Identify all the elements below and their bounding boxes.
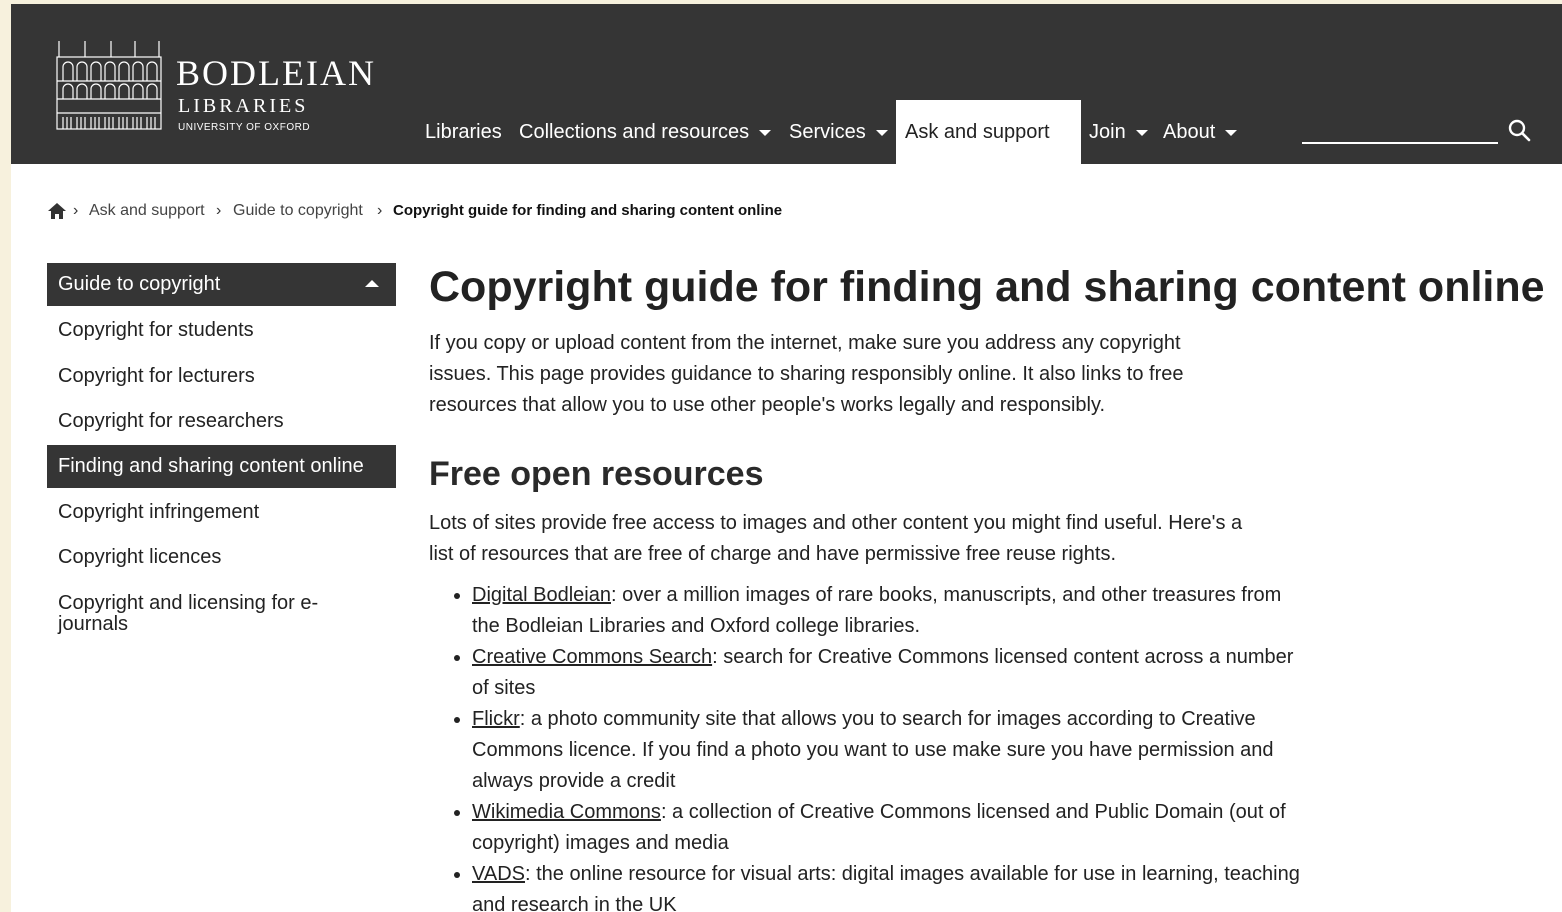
chevron-right-icon: › xyxy=(216,202,222,219)
section-title: Free open resources xyxy=(429,455,764,493)
nav-about[interactable]: About xyxy=(1163,100,1238,164)
sidebar-item-label: Copyright for researchers xyxy=(58,410,284,432)
sidebar-item-copyright-infringement[interactable]: Copyright infringement xyxy=(47,491,396,534)
page: BODLEIAN LIBRARIES UNIVERSITY OF OXFORD … xyxy=(11,4,1562,912)
sidebar-item-copyright-for-lecturers[interactable]: Copyright for lecturers xyxy=(47,355,396,398)
list-item: Wikimedia Commons: a collection of Creat… xyxy=(472,797,1302,859)
nav-ask-and-support[interactable]: Ask and support xyxy=(896,100,1081,164)
logo-subtitle: LIBRARIES xyxy=(178,95,309,117)
site-header: BODLEIAN LIBRARIES UNIVERSITY OF OXFORD … xyxy=(11,4,1562,164)
list-item: Digital Bodleian: over a million images … xyxy=(472,580,1302,642)
breadcrumb-guide-to-copyright[interactable]: Guide to copyright xyxy=(233,202,363,220)
home-icon[interactable] xyxy=(47,202,67,220)
nav-label: Ask and support xyxy=(905,121,1050,143)
resource-description: : a photo community site that allows you… xyxy=(472,708,1274,792)
chevron-right-icon: › xyxy=(377,202,383,219)
bodleian-building-icon xyxy=(56,41,162,130)
breadcrumb-ask-and-support[interactable]: Ask and support xyxy=(89,202,205,220)
list-item: Flickr: a photo community site that allo… xyxy=(472,704,1302,797)
nav-collections-and-resources[interactable]: Collections and resources xyxy=(519,100,772,164)
resource-description: : the online resource for visual arts: d… xyxy=(472,863,1300,912)
intro-paragraph: If you copy or upload content from the i… xyxy=(429,332,1184,416)
nav-label: Libraries xyxy=(425,121,502,143)
sidebar-item-label: Copyright for lecturers xyxy=(58,365,255,387)
sidebar-item-copyright-for-researchers[interactable]: Copyright for researchers xyxy=(47,400,396,443)
breadcrumb-current: Copyright guide for finding and sharing … xyxy=(393,202,783,219)
sidebar-item-copyright-licences[interactable]: Copyright licences xyxy=(47,536,396,579)
caret-down-icon xyxy=(1135,129,1148,136)
caret-down-icon xyxy=(759,129,772,136)
search-icon[interactable] xyxy=(1507,118,1531,142)
sidebar-item-label: Copyright and licensing for e-journals xyxy=(58,592,319,635)
sidebar-item-copyright-and-licensing-for-e-journals[interactable]: Copyright and licensing for e-journals xyxy=(47,583,396,643)
sidebar-item-label: Finding and sharing content online xyxy=(58,455,364,477)
resource-link-creative-commons-search[interactable]: Creative Commons Search xyxy=(472,646,712,668)
nav-label: Join xyxy=(1089,121,1126,143)
logo-university: UNIVERSITY OF OXFORD xyxy=(178,122,311,133)
nav-label: About xyxy=(1163,121,1216,143)
bodleian-logo[interactable]: BODLEIAN LIBRARIES UNIVERSITY OF OXFORD xyxy=(55,37,415,137)
resource-list: Digital Bodleian: over a million images … xyxy=(429,580,1302,912)
resource-link-wikimedia-commons[interactable]: Wikimedia Commons xyxy=(472,801,661,823)
resource-link-flickr[interactable]: Flickr xyxy=(472,708,520,730)
resource-link-digital-bodleian[interactable]: Digital Bodleian xyxy=(472,584,611,606)
sidebar-item-label: Copyright licences xyxy=(58,546,222,568)
nav-libraries[interactable]: Libraries xyxy=(425,100,502,164)
sidebar-heading-label: Guide to copyright xyxy=(58,273,221,295)
sidebar-item-finding-and-sharing-content-online[interactable]: Finding and sharing content online xyxy=(47,445,396,488)
caret-down-icon xyxy=(875,129,888,136)
chevron-right-icon: › xyxy=(73,202,79,219)
nav-services[interactable]: Services xyxy=(789,100,888,164)
sidebar-heading-guide-to-copyright[interactable]: Guide to copyright xyxy=(47,263,396,306)
nav-join[interactable]: Join xyxy=(1089,100,1148,164)
search-input[interactable] xyxy=(1302,142,1498,144)
sidebar-item-label: Copyright for students xyxy=(58,319,254,341)
resource-link-vads[interactable]: VADS xyxy=(472,863,525,885)
caret-down-icon xyxy=(1225,129,1238,136)
list-item: VADS: the online resource for visual art… xyxy=(472,859,1302,912)
sidebar-item-label: Copyright infringement xyxy=(58,501,260,523)
list-item: Creative Commons Search: search for Crea… xyxy=(472,642,1302,704)
logo-name: BODLEIAN xyxy=(176,53,376,93)
sidebar-item-copyright-for-students[interactable]: Copyright for students xyxy=(47,309,396,352)
page-title: Copyright guide for finding and sharing … xyxy=(429,263,1545,311)
nav-label: Collections and resources xyxy=(519,121,750,143)
section-intro: Lots of sites provide free access to ima… xyxy=(429,512,1243,565)
nav-label: Services xyxy=(789,121,866,143)
caret-up-icon[interactable] xyxy=(365,280,379,287)
